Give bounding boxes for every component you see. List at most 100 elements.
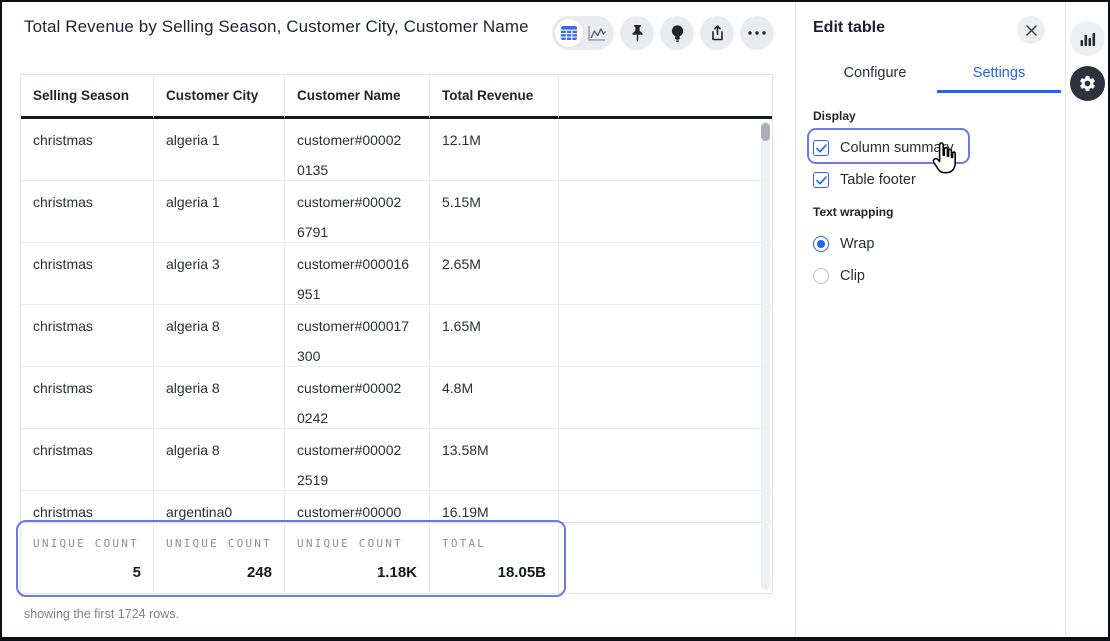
table-cell-empty[interactable] bbox=[559, 491, 772, 523]
share-button[interactable] bbox=[700, 16, 734, 50]
radio-wrap[interactable] bbox=[813, 236, 829, 252]
app-window: Total Revenue by Selling Season, Custome… bbox=[0, 0, 1110, 641]
summary-cell-total-revenue[interactable]: TOTAL 18.05B bbox=[430, 523, 559, 593]
summary-value: 18.05B bbox=[498, 564, 546, 581]
wrap-option[interactable]: Wrap bbox=[813, 233, 874, 255]
column-header-customer-name[interactable]: Customer Name bbox=[285, 75, 430, 119]
clip-option[interactable]: Clip bbox=[813, 265, 865, 287]
table-cell-city[interactable]: algeria 8 bbox=[154, 305, 285, 367]
column-header-selling-season[interactable]: Selling Season bbox=[21, 75, 154, 119]
tab-settings[interactable]: Settings bbox=[937, 59, 1061, 93]
panel-title: Edit table bbox=[813, 19, 885, 37]
table-cell-city[interactable]: algeria 8 bbox=[154, 367, 285, 429]
summary-cell-empty[interactable] bbox=[559, 523, 772, 593]
table-grid: Selling Season Customer City Customer Na… bbox=[21, 75, 772, 593]
chart-view-button[interactable] bbox=[583, 19, 611, 47]
summary-cell-selling-season[interactable]: UNIQUE COUNT 5 bbox=[21, 523, 154, 593]
table-cell-revenue[interactable]: 12.1M bbox=[430, 119, 559, 181]
table-cell-customer[interactable]: customer#000026791 bbox=[285, 181, 430, 243]
data-table: Selling Season Customer City Customer Na… bbox=[20, 74, 773, 594]
table-cell-season[interactable]: christmas bbox=[21, 491, 154, 523]
ellipsis-icon bbox=[748, 31, 766, 35]
row-count-status: showing the first 1724 rows. bbox=[24, 607, 179, 621]
table-cell-empty[interactable] bbox=[559, 429, 772, 491]
gear-icon bbox=[1078, 74, 1097, 93]
close-icon bbox=[1026, 25, 1037, 36]
table-footer-option[interactable]: Table footer bbox=[813, 169, 916, 191]
column-summary-option[interactable]: Column summary bbox=[813, 137, 954, 159]
radio-clip[interactable] bbox=[813, 268, 829, 284]
wrap-label: Wrap bbox=[840, 236, 874, 252]
bar-chart-icon bbox=[1080, 32, 1096, 46]
table-cell-city[interactable]: algeria 8 bbox=[154, 429, 285, 491]
check-icon bbox=[816, 144, 827, 153]
table-cell-season[interactable]: christmas bbox=[21, 429, 154, 491]
table-cell-city[interactable]: algeria 1 bbox=[154, 119, 285, 181]
summary-value: 248 bbox=[247, 564, 272, 581]
side-icon-strip bbox=[1065, 2, 1108, 637]
view-toggle bbox=[552, 16, 614, 50]
scrollbar-thumb[interactable] bbox=[761, 123, 770, 141]
checkbox-column-summary[interactable] bbox=[813, 140, 829, 156]
table-cell-season[interactable]: christmas bbox=[21, 367, 154, 429]
table-cell-season[interactable]: christmas bbox=[21, 119, 154, 181]
table-cell-customer[interactable]: customer#000017300 bbox=[285, 305, 430, 367]
table-cell-city[interactable]: algeria 3 bbox=[154, 243, 285, 305]
table-cell-season[interactable]: christmas bbox=[21, 305, 154, 367]
pin-icon bbox=[630, 24, 645, 43]
table-view-button[interactable] bbox=[555, 19, 583, 47]
table-cell-city[interactable]: algeria 1 bbox=[154, 181, 285, 243]
display-section-heading: Display bbox=[813, 109, 856, 123]
table-cell-revenue[interactable]: 13.58M bbox=[430, 429, 559, 491]
table-cell-empty[interactable] bbox=[559, 367, 772, 429]
table-cell-customer[interactable]: customer#000016951 bbox=[285, 243, 430, 305]
line-chart-icon bbox=[587, 25, 607, 42]
table-cell-customer[interactable]: customer#00000 bbox=[285, 491, 430, 523]
vertical-scrollbar[interactable] bbox=[761, 121, 770, 590]
panel-tabs: Configure Settings bbox=[813, 59, 1061, 93]
table-cell-revenue[interactable]: 4.8M bbox=[430, 367, 559, 429]
summary-aggregate-label: UNIQUE COUNT bbox=[297, 537, 403, 550]
summary-value: 5 bbox=[133, 564, 141, 581]
page-title[interactable]: Total Revenue by Selling Season, Custome… bbox=[24, 17, 529, 37]
edit-table-panel: Edit table Configure Settings Display Co… bbox=[795, 2, 1065, 637]
settings-gear-button[interactable] bbox=[1070, 66, 1105, 101]
column-header-total-revenue[interactable]: Total Revenue bbox=[430, 75, 559, 119]
analytics-panel-button[interactable] bbox=[1070, 21, 1105, 56]
table-cell-revenue[interactable]: 16.19M bbox=[430, 491, 559, 523]
more-options-button[interactable] bbox=[740, 16, 774, 50]
summary-cell-customer-city[interactable]: UNIQUE COUNT 248 bbox=[154, 523, 285, 593]
table-cell-customer[interactable]: customer#000020242 bbox=[285, 367, 430, 429]
close-panel-button[interactable] bbox=[1017, 16, 1045, 44]
table-cell-season[interactable]: christmas bbox=[21, 243, 154, 305]
column-header-empty[interactable] bbox=[559, 75, 772, 119]
summary-aggregate-label: UNIQUE COUNT bbox=[33, 537, 139, 550]
table-icon bbox=[560, 25, 578, 41]
table-cell-empty[interactable] bbox=[559, 181, 772, 243]
table-cell-revenue[interactable]: 2.65M bbox=[430, 243, 559, 305]
summary-aggregate-label: UNIQUE COUNT bbox=[166, 537, 272, 550]
clip-label: Clip bbox=[840, 268, 865, 284]
pin-button[interactable] bbox=[620, 16, 654, 50]
table-cell-empty[interactable] bbox=[559, 119, 772, 181]
summary-value: 1.18K bbox=[377, 564, 417, 581]
column-header-customer-city[interactable]: Customer City bbox=[154, 75, 285, 119]
table-cell-customer[interactable]: customer#000022519 bbox=[285, 429, 430, 491]
table-footer-label: Table footer bbox=[840, 172, 916, 188]
suggestions-button[interactable] bbox=[660, 16, 694, 50]
table-cell-empty[interactable] bbox=[559, 305, 772, 367]
summary-aggregate-label: TOTAL bbox=[442, 537, 486, 550]
table-cell-customer[interactable]: customer#000020135 bbox=[285, 119, 430, 181]
table-cell-city[interactable]: argentina0 bbox=[154, 491, 285, 523]
check-icon bbox=[816, 176, 827, 185]
element-toolbar bbox=[552, 16, 774, 50]
summary-cell-customer-name[interactable]: UNIQUE COUNT 1.18K bbox=[285, 523, 430, 593]
table-cell-empty[interactable] bbox=[559, 243, 772, 305]
table-cell-revenue[interactable]: 1.65M bbox=[430, 305, 559, 367]
table-cell-revenue[interactable]: 5.15M bbox=[430, 181, 559, 243]
tab-configure[interactable]: Configure bbox=[813, 59, 937, 93]
column-summary-label: Column summary bbox=[840, 140, 954, 156]
table-cell-season[interactable]: christmas bbox=[21, 181, 154, 243]
lightbulb-icon bbox=[670, 24, 685, 43]
checkbox-table-footer[interactable] bbox=[813, 172, 829, 188]
